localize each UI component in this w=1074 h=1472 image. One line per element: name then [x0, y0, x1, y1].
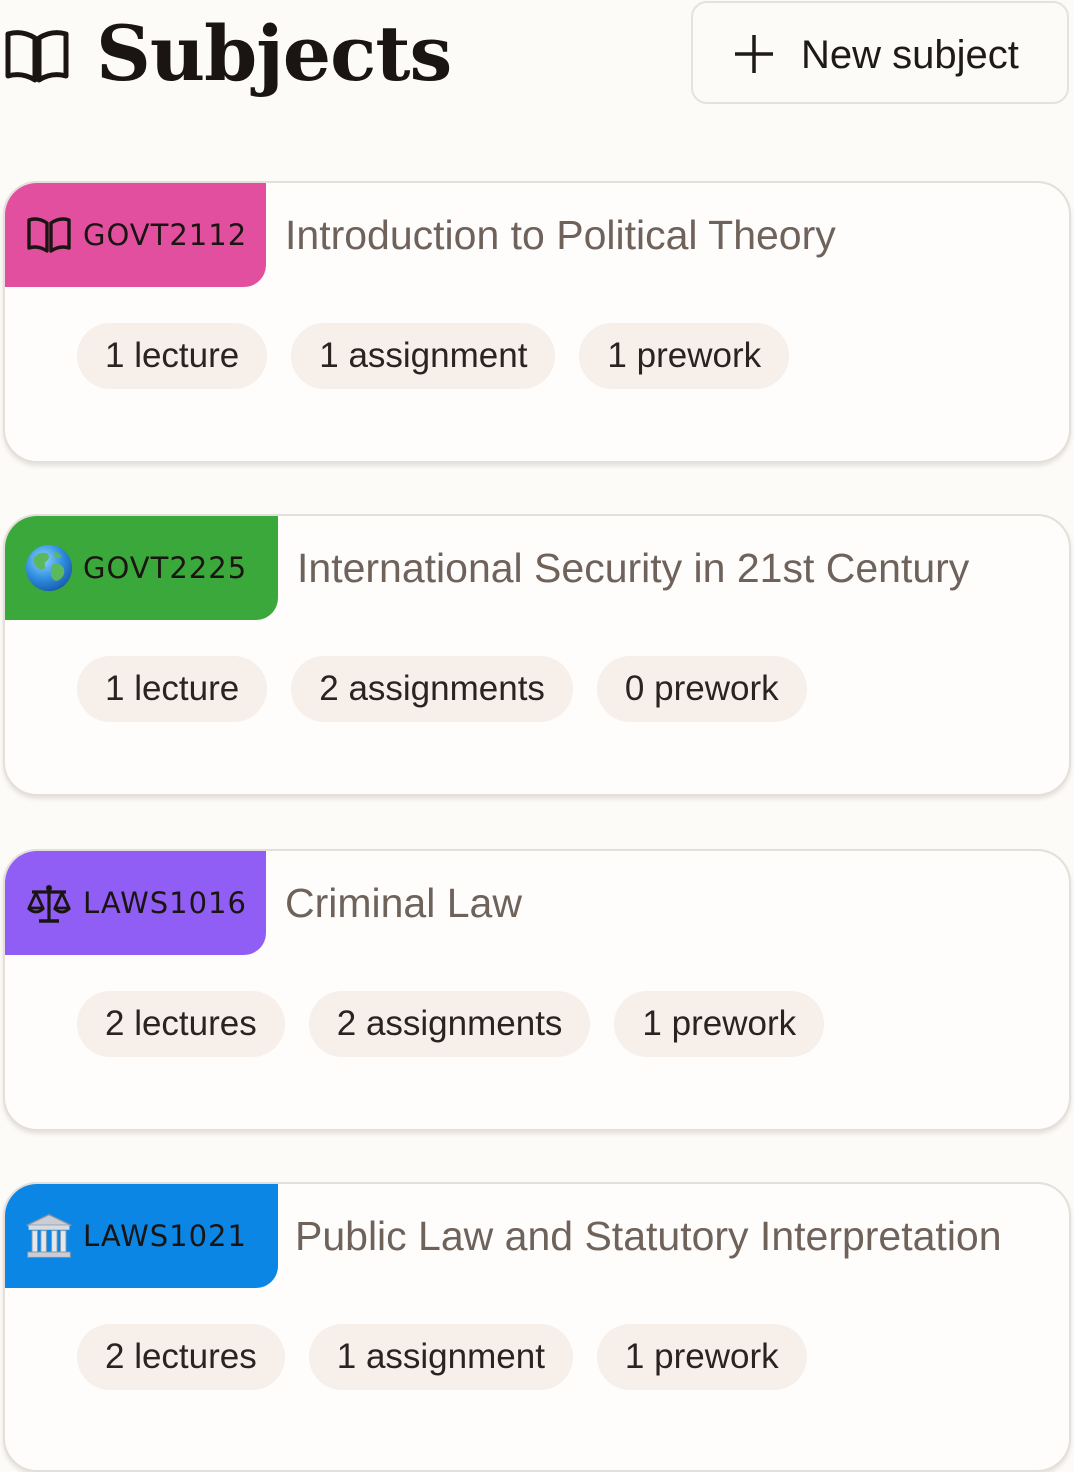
lecture-count-chip[interactable]: 2 lectures: [77, 991, 285, 1057]
subject-code-tab: GOVT2225: [5, 516, 278, 620]
subject-code-tab: GOVT2112: [5, 183, 266, 287]
subject-code: GOVT2112: [83, 218, 248, 252]
plus-icon: [735, 35, 773, 73]
subject-name[interactable]: International Security in 21st Century: [297, 538, 969, 598]
page-title: Subjects: [96, 9, 452, 98]
subject-code: LAWS1016: [83, 886, 247, 920]
prework-count-chip[interactable]: 0 prework: [596, 656, 807, 722]
assignment-count-chip[interactable]: 1 assignment: [291, 323, 556, 389]
subject-name[interactable]: Criminal Law: [285, 873, 522, 933]
subject-stats: 2 lectures 2 assignments 1 prework: [77, 991, 825, 1057]
subject-name[interactable]: Public Law and Statutory Interpretation: [295, 1206, 1002, 1266]
prework-count-chip[interactable]: 1 prework: [614, 991, 825, 1057]
lecture-count-chip[interactable]: 2 lectures: [77, 1324, 285, 1390]
open-book-icon: [25, 211, 73, 259]
assignment-count-chip[interactable]: 1 assignment: [308, 1324, 573, 1390]
subject-code-tab: LAWS1021: [5, 1184, 278, 1288]
subject-card[interactable]: LAWS1021 Public Law and Statutory Interp…: [3, 1182, 1071, 1472]
globe-icon: [25, 544, 73, 592]
subject-stats: 1 lecture 1 assignment 1 prework: [77, 323, 790, 389]
subject-card[interactable]: GOVT2225 International Security in 21st …: [3, 514, 1071, 796]
subject-stats: 1 lecture 2 assignments 0 prework: [77, 656, 807, 722]
subject-stats: 2 lectures 1 assignment 1 prework: [77, 1324, 807, 1390]
new-subject-label: New subject: [801, 33, 1019, 77]
new-subject-button[interactable]: New subject: [691, 1, 1069, 104]
lecture-count-chip[interactable]: 1 lecture: [77, 656, 268, 722]
classical-building-icon: [25, 1212, 73, 1260]
subject-card[interactable]: LAWS1016 Criminal Law 2 lectures 2 assig…: [3, 849, 1071, 1131]
subject-card[interactable]: GOVT2112 Introduction to Political Theor…: [3, 181, 1071, 463]
subject-code: LAWS1021: [83, 1219, 247, 1253]
prework-count-chip[interactable]: 1 prework: [596, 1324, 807, 1390]
assignment-count-chip[interactable]: 2 assignments: [308, 991, 591, 1057]
subject-code: GOVT2225: [83, 551, 248, 585]
balance-scale-icon: [25, 879, 73, 927]
prework-count-chip[interactable]: 1 prework: [579, 323, 790, 389]
page-header: Subjects New subject: [0, 0, 1074, 150]
subject-code-tab: LAWS1016: [5, 851, 266, 955]
assignment-count-chip[interactable]: 2 assignments: [291, 656, 573, 722]
open-book-icon: [5, 30, 69, 83]
lecture-count-chip[interactable]: 1 lecture: [77, 323, 268, 389]
subject-name[interactable]: Introduction to Political Theory: [285, 205, 836, 265]
